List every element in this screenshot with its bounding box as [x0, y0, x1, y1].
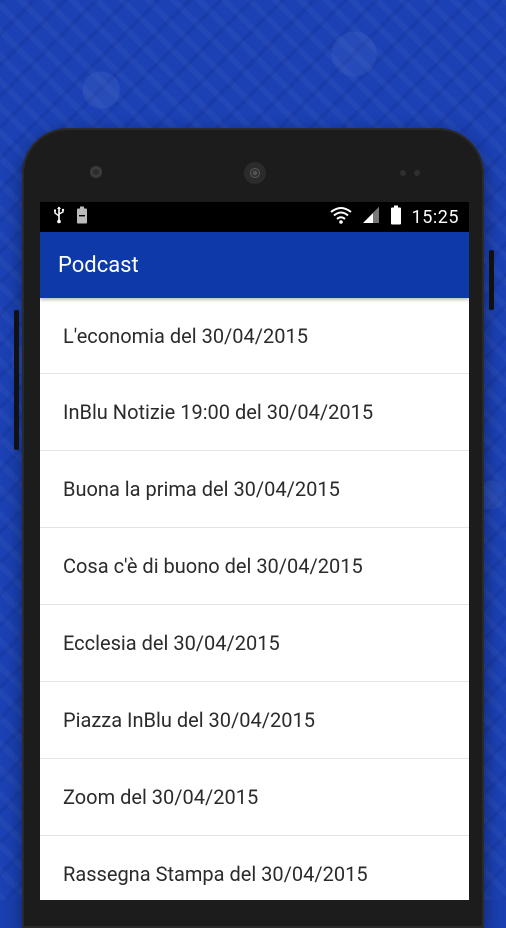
list-item[interactable]: Piazza InBlu del 30/04/2015 — [40, 682, 469, 759]
list-item[interactable]: Rassegna Stampa del 30/04/2015 — [40, 836, 469, 900]
app-bar: Podcast — [40, 232, 469, 298]
battery-icon — [390, 205, 402, 229]
list-item-title: Ecclesia del 30/04/2015 — [63, 631, 280, 655]
earpiece-speaker — [244, 162, 266, 184]
list-item[interactable]: Cosa c'è di buono del 30/04/2015 — [40, 528, 469, 605]
list-item-title: Buona la prima del 30/04/2015 — [63, 477, 340, 501]
list-item[interactable]: InBlu Notizie 19:00 del 30/04/2015 — [40, 374, 469, 451]
power-button — [14, 310, 19, 450]
list-item-title: Rassegna Stampa del 30/04/2015 — [63, 862, 368, 886]
volume-button — [489, 250, 494, 310]
page-title: Podcast — [58, 252, 139, 278]
list-item[interactable]: L'economia del 30/04/2015 — [40, 298, 469, 374]
status-bar-left — [52, 206, 88, 228]
front-camera — [90, 166, 102, 178]
signal-icon — [362, 206, 380, 228]
usb-icon — [52, 206, 66, 228]
podcast-list: L'economia del 30/04/2015 InBlu Notizie … — [40, 298, 469, 900]
list-item-title: Cosa c'è di buono del 30/04/2015 — [63, 554, 363, 578]
status-bar: 15:25 — [40, 202, 469, 232]
list-item[interactable]: Zoom del 30/04/2015 — [40, 759, 469, 836]
light-sensor — [414, 170, 420, 176]
list-item-title: Piazza InBlu del 30/04/2015 — [63, 708, 315, 732]
list-item-title: Zoom del 30/04/2015 — [63, 785, 259, 809]
status-bar-right: 15:25 — [330, 205, 459, 229]
list-item-title: InBlu Notizie 19:00 del 30/04/2015 — [63, 400, 374, 424]
list-item[interactable]: Ecclesia del 30/04/2015 — [40, 605, 469, 682]
list-item-title: L'economia del 30/04/2015 — [63, 323, 308, 348]
battery-saver-icon — [76, 206, 88, 228]
wifi-icon — [330, 206, 352, 228]
list-item[interactable]: Buona la prima del 30/04/2015 — [40, 451, 469, 528]
proximity-sensor — [400, 170, 406, 176]
status-time: 15:25 — [411, 206, 459, 228]
device-screen: 15:25 Podcast L'economia del 30/04/2015 … — [40, 202, 469, 900]
